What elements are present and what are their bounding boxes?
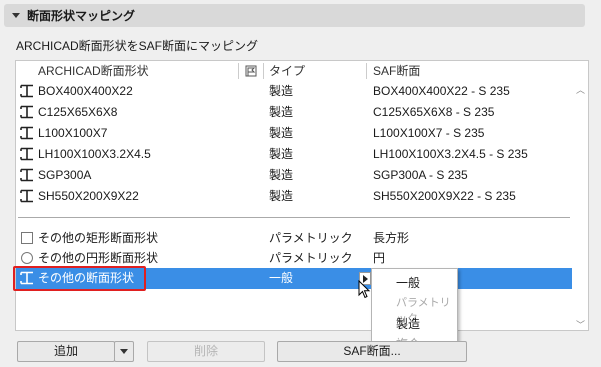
profile-type: 製造 [269,105,294,119]
profile-type: 製造 [269,189,294,203]
saf-profile: C125X65X6X8 - S 235 [373,105,495,119]
profile-type: 製造 [269,126,294,140]
highlight-box [13,266,146,291]
profile-type: 製造 [269,84,294,98]
column-divider [366,63,367,79]
add-dropdown-button[interactable] [114,341,134,362]
i-beam-icon [20,84,33,98]
profile-type: パラメトリック [269,251,353,265]
saf-profile: L100X100X7 - S 235 [373,126,485,140]
profile-name: L100X100X7 [38,126,108,140]
saf-profile: SH550X200X9X22 - S 235 [373,189,516,203]
section-header[interactable]: 断面形状マッピング [4,4,585,27]
table-row[interactable]: その他の矩形断面形状 パラメトリック 長方形 [16,228,572,249]
section-title: 断面形状マッピング [27,9,136,23]
profile-type: 一般 [269,271,294,285]
profile-name: BOX400X400X22 [38,84,133,98]
table-row[interactable]: L100X100X7 製造 L100X100X7 - S 235 [16,123,572,144]
collapse-triangle-icon[interactable] [12,13,20,18]
profile-name: C125X65X6X8 [38,105,118,119]
delete-button[interactable]: 削除 [147,341,265,362]
mouse-cursor-icon [358,280,371,299]
table-row[interactable]: LH100X100X3.2X4.5 製造 LH100X100X3.2X4.5 -… [16,144,572,165]
table-row[interactable]: BOX400X400X22 製造 BOX400X400X22 - S 235 [16,81,572,102]
column-header-type[interactable]: タイプ [269,63,305,79]
rectangle-profile-icon [21,232,33,244]
table-row[interactable]: SH550X200X9X22 製造 SH550X200X9X22 - S 235 [16,186,572,207]
circle-profile-icon [21,252,33,264]
scroll-down-icon[interactable]: ﹀ [576,318,586,330]
column-divider [238,63,239,79]
table-row[interactable]: C125X65X6X8 製造 C125X65X6X8 - S 235 [16,102,572,123]
type-popup-menu: 一般 パラメトリック 製造 複合 [371,268,458,352]
menu-item-manufactured[interactable]: 製造 [396,315,420,332]
saf-profile: BOX400X400X22 - S 235 [373,84,510,98]
saf-profile-button[interactable]: SAF断面... [277,341,467,362]
table-row-selected[interactable]: その他の断面形状 一般 [13,266,572,291]
flag-icon [245,65,257,77]
profile-type: パラメトリック [269,231,353,245]
i-beam-icon [20,105,33,119]
mapping-table: ARCHICAD断面形状 タイプ SAF断面 ︿ ﹀ BOX400X400X22… [13,60,589,331]
profile-type: 製造 [269,168,294,182]
chevron-down-icon [120,349,128,355]
column-divider [263,63,264,79]
table-row[interactable]: SGP300A 製造 SGP300A - S 235 [16,165,572,186]
column-header-saf[interactable]: SAF断面 [373,63,420,79]
add-button[interactable]: 追加 [17,341,115,362]
divider [18,217,570,218]
saf-profile: 円 [373,251,386,265]
i-beam-icon [20,147,33,161]
saf-profile: SGP300A - S 235 [373,168,468,182]
i-beam-icon [20,189,33,203]
saf-profile: 長方形 [373,231,410,245]
profile-name: その他の矩形断面形状 [38,231,159,245]
mapping-subtitle: ARCHICAD断面形状をSAF断面にマッピング [16,39,259,53]
column-header-archicad[interactable]: ARCHICAD断面形状 [38,63,149,79]
saf-profile: LH100X100X3.2X4.5 - S 235 [373,147,528,161]
profile-name: SH550X200X9X22 [38,189,139,203]
i-beam-icon [20,126,33,140]
profile-name: LH100X100X3.2X4.5 [38,147,151,161]
scroll-up-icon[interactable]: ︿ [576,83,586,95]
menu-item-general[interactable]: 一般 [396,274,420,291]
profile-type: 製造 [269,147,294,161]
i-beam-icon [20,168,33,182]
profile-name: SGP300A [38,168,92,182]
